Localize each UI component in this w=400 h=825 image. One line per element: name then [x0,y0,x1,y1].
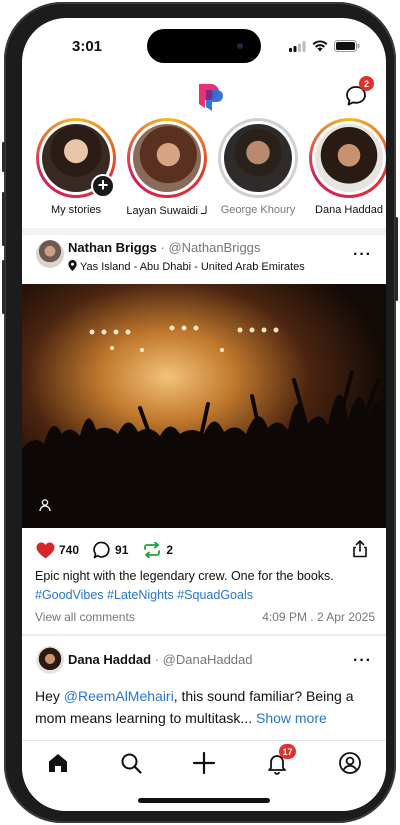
notifications-tab[interactable]: 17 [265,744,296,775]
tagged-user-icon[interactable] [38,498,52,512]
create-post-icon[interactable] [192,751,216,775]
messages-button[interactable]: 2 [344,76,374,108]
author-name: Nathan Briggs [68,240,157,255]
post-more-button[interactable]: ··· [353,652,372,670]
post-header: Nathan Briggs · @NathanBriggs Yas Island… [22,240,386,284]
search-icon[interactable] [119,751,143,775]
post-location[interactable]: Yas Island - Abu Dhabi - United Arab Emi… [68,260,305,273]
story-ring [218,118,298,198]
mention-link[interactable]: @ReemAlMehairi [64,688,174,704]
comment-button[interactable]: 91 [93,541,128,559]
comment-count: 91 [115,543,129,557]
post-text: Hey @ReemAlMehairi, this sound familiar?… [35,685,375,729]
comment-icon [93,541,110,559]
add-story-button[interactable]: + [91,174,115,198]
post-text-part: Hey [35,688,64,704]
location-text: Yas Island - Abu Dhabi - United Arab Emi… [80,261,305,273]
post-divider [22,634,386,636]
post-author[interactable]: Dana Haddad · @DanaHaddad [68,652,253,667]
view-all-comments-link[interactable]: View all comments [35,610,135,624]
post-author[interactable]: Nathan Briggs · @NathanBriggs [68,240,260,255]
post-meta: View all comments 4:09 PM . 2 Apr 2025 [35,610,375,624]
stories-row: + My stories Layan Suwaidi لـ George Kho… [22,118,386,226]
post-image[interactable] [22,284,386,528]
volume-down-button [2,260,5,314]
top-bar: 2 [22,76,386,118]
author-name: Dana Haddad [68,652,152,667]
avatar [315,124,383,192]
post-timestamp: 4:09 PM . 2 Apr 2025 [262,610,375,624]
like-button[interactable]: 740 [36,542,79,559]
screen: 3:01 2 + My stories Layan Suwaidi لـ Geo… [22,18,386,811]
post-actions: 740 91 2 [36,540,372,560]
story-ring [127,118,207,198]
concert-photo [22,284,386,528]
story-layan[interactable]: Layan Suwaidi لـ [113,118,208,226]
story-my-stories[interactable]: + My stories [22,118,116,226]
home-indicator[interactable] [138,798,270,803]
home-icon[interactable] [46,751,70,775]
location-pin-icon [68,260,77,271]
share-icon[interactable] [352,540,368,558]
messages-badge: 2 [359,76,374,91]
post-more-button[interactable]: ··· [353,246,372,264]
status-time: 3:01 [72,38,103,55]
avatar[interactable] [36,646,64,674]
story-name: Dana Haddad [315,204,383,216]
story-ring [309,118,386,198]
battery-icon [334,40,360,52]
author-handle: @DanaHaddad [162,652,253,667]
story-dana[interactable]: Dana Haddad [295,118,386,226]
notifications-badge: 17 [279,744,296,759]
cellular-signal-icon [289,40,306,52]
action-button [2,142,5,172]
avatar [224,124,292,192]
author-handle: @NathanBriggs [168,240,261,255]
post-hashtags[interactable]: #GoodVibes #LateNights #SquadGoals [35,586,375,605]
heart-icon [36,542,55,558]
like-count: 740 [59,543,80,557]
profile-icon[interactable] [338,751,362,775]
repost-button[interactable]: 2 [142,542,173,558]
story-george[interactable]: George Khoury [204,118,298,226]
app-logo-icon [199,84,223,111]
show-more-link[interactable]: Show more [256,710,327,726]
post-header: Dana Haddad · @DanaHaddad ··· [22,646,386,678]
repost-icon [144,542,161,558]
phone-frame: 3:01 2 + My stories Layan Suwaidi لـ Geo… [2,2,398,823]
volume-up-button [2,192,5,246]
repost-count: 2 [166,543,174,557]
tab-bar: 17 [22,740,386,811]
avatar [133,124,201,192]
post-caption: Epic night with the legendary crew. One … [35,567,375,605]
status-icons [289,40,360,52]
wifi-icon [312,40,328,52]
dynamic-island [147,29,261,63]
section-divider [22,228,386,235]
caption-text: Epic night with the legendary crew. One … [35,569,334,583]
avatar[interactable] [36,240,64,268]
power-button [395,217,398,301]
